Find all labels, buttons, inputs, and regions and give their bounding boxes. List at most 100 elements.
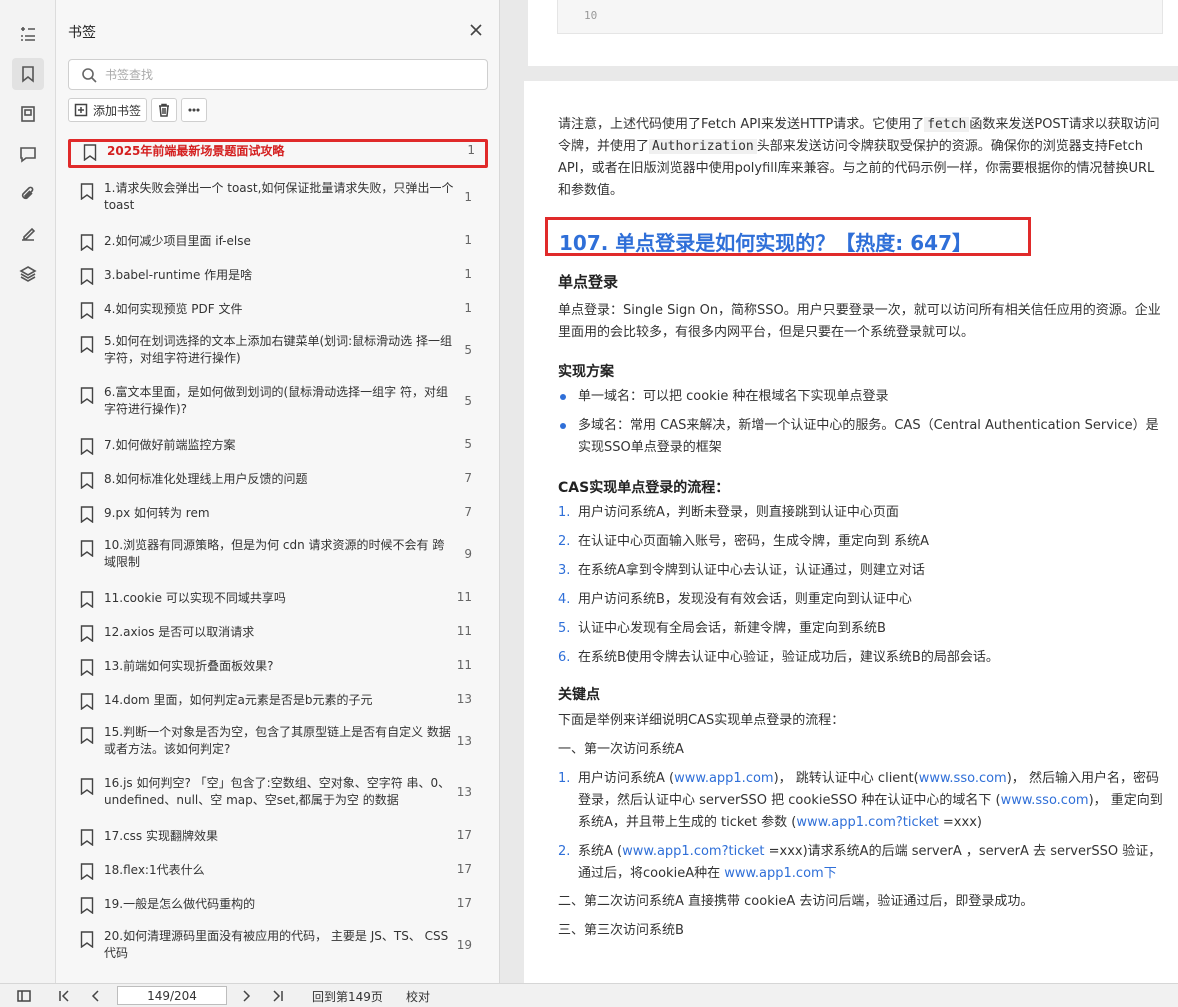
intro-paragraph: 请注意，上述代码使用了Fetch API来发送HTTP请求。它使用了 fetch 函… bbox=[558, 114, 1164, 202]
list-number: 1. bbox=[558, 771, 571, 786]
panel-title: 书签 bbox=[68, 25, 96, 41]
bookmark-page: 7 bbox=[464, 471, 472, 485]
attachment-icon[interactable] bbox=[12, 178, 44, 210]
bookmark-icon bbox=[80, 234, 94, 252]
bookmark-item[interactable]: 19.一般是怎么做代码重构的 17 bbox=[68, 892, 488, 918]
first-page-icon[interactable] bbox=[56, 988, 72, 1004]
bookmark-item[interactable]: 17.css 实现翻牌效果 17 bbox=[68, 824, 488, 850]
bookmark-icon bbox=[80, 727, 94, 745]
next-page-icon[interactable] bbox=[238, 988, 254, 1004]
bookmark-title: 3.babel-runtime 作用是啥 bbox=[104, 268, 253, 282]
bookmark-icon[interactable] bbox=[12, 58, 44, 90]
flow-item: 用户访问系统B，发现没有有效会话，则重定向到认证中心 bbox=[578, 592, 912, 607]
bookmark-icon bbox=[80, 693, 94, 711]
key-description: 下面是举例来详细说明CAS实现单点登录的流程： bbox=[558, 713, 845, 728]
signature-icon[interactable] bbox=[12, 218, 44, 250]
inline-code-authorization: Authorization bbox=[649, 139, 757, 154]
bookmark-item[interactable]: 10.浏览器有同源策略，但是为何 cdn 请求资源的时候不会有 跨域限制 9 bbox=[68, 535, 488, 575]
link-sso[interactable]: www.sso.com bbox=[1001, 793, 1089, 808]
detail-item-2: 系统A (www.app1.com?ticket =xxx)请求系统A的后端 s… bbox=[578, 841, 1164, 885]
more-button[interactable] bbox=[181, 98, 208, 122]
detail-text: 系统A ( bbox=[578, 844, 623, 859]
sidebar-toggle-icon[interactable] bbox=[16, 988, 32, 1004]
bookmark-title: 12.axios 是否可以取消请求 bbox=[104, 625, 255, 639]
page-number-input[interactable] bbox=[117, 986, 227, 1005]
add-bookmark-button[interactable]: 添加书签 bbox=[68, 98, 148, 122]
bookmark-search[interactable] bbox=[68, 59, 488, 90]
comment-icon[interactable] bbox=[12, 138, 44, 170]
detail-item-1: 用户访问系统A (www.app1.com)， 跳转认证中心 client(ww… bbox=[578, 768, 1164, 834]
search-input[interactable] bbox=[105, 67, 465, 82]
bookmark-item[interactable]: 6.富文本里面，是如何做到划词的(鼠标滑动选择一组字 符，对组字符进行操作)? 5 bbox=[68, 382, 488, 422]
bookmark-title: 20.如何清理源码里面没有被应用的代码， 主要是 JS、TS、 CSS 代码 bbox=[104, 929, 449, 960]
list-number: 5. bbox=[558, 621, 571, 636]
bookmark-item[interactable]: 9.px 如何转为 rem 7 bbox=[68, 501, 488, 527]
bookmark-item[interactable]: 12.axios 是否可以取消请求 11 bbox=[68, 620, 488, 646]
bookmark-title: 17.css 实现翻牌效果 bbox=[104, 829, 219, 843]
bookmark-item-selected[interactable]: 2025年前端最新场景题面试攻略 1 bbox=[68, 139, 488, 168]
previous-page: 10 bbox=[528, 0, 1178, 66]
bookmark-panel: 书签 添加书签 2025年前端最新场景题面试攻略1 1.请求失败会弹出一个 toa… bbox=[56, 0, 550, 983]
impl-item: 单一域名：可以把 cookie 种在根域名下实现单点登录 bbox=[578, 389, 889, 404]
outline-icon[interactable] bbox=[12, 18, 44, 50]
bookmark-item[interactable]: 14.dom 里面，如何判定a元素是否是b元素的子元 13 bbox=[68, 688, 488, 714]
bookmark-item[interactable]: 13.前端如何实现折叠面板效果? 11 bbox=[68, 654, 488, 680]
close-icon[interactable] bbox=[466, 20, 486, 40]
flow-item: 用户访问系统A，判断未登录，则直接跳到认证中心页面 bbox=[578, 505, 899, 520]
sso-description: 单点登录：Single Sign On，简称SSO。用户只要登录一次，就可以访问… bbox=[558, 303, 1161, 340]
delete-bookmark-button[interactable] bbox=[151, 98, 178, 122]
bookmark-page: 1 bbox=[464, 190, 472, 204]
bookmark-icon bbox=[80, 591, 94, 609]
bookmark-item[interactable]: 7.如何做好前端监控方案 5 bbox=[68, 433, 488, 459]
bookmark-icon bbox=[80, 302, 94, 320]
impl-title: 实现方案 bbox=[558, 364, 614, 380]
link-app1[interactable]: www.app1.com下 bbox=[724, 866, 836, 881]
flow-item: 在认证中心页面输入账号，密码，生成令牌，重定向到 系统A bbox=[578, 534, 930, 549]
status-bar: 回到第149页 校对 bbox=[0, 983, 1178, 1007]
bookmark-title: 11.cookie 可以实现不同域共享吗 bbox=[104, 591, 286, 605]
bookmark-item[interactable]: 11.cookie 可以实现不同域共享吗 11 bbox=[68, 586, 488, 612]
prev-page-icon[interactable] bbox=[88, 988, 104, 1004]
back-to-page-link[interactable]: 回到第149页 bbox=[312, 988, 383, 1005]
bookmark-item[interactable]: 16.js 如何判空? 「空」包含了:空数组、空对象、空字符 串、0、undef… bbox=[68, 773, 488, 813]
bookmark-icon bbox=[80, 863, 94, 881]
bookmark-icon bbox=[80, 778, 94, 796]
bookmark-title: 7.如何做好前端监控方案 bbox=[104, 438, 236, 452]
bullet-dot bbox=[560, 394, 566, 400]
bookmark-item[interactable]: 18.flex:1代表什么 17 bbox=[68, 858, 488, 884]
flow-item: 认证中心发现有全局会话，新建令牌，重定向到系统B bbox=[578, 621, 886, 636]
bullet-dot bbox=[560, 423, 566, 429]
bookmark-item[interactable]: 8.如何标准化处理线上用户反馈的问题 7 bbox=[68, 467, 488, 493]
add-bookmark-label: 添加书签 bbox=[93, 103, 142, 118]
bookmark-item[interactable]: 20.如何清理源码里面没有被应用的代码， 主要是 JS、TS、 CSS 代码 19 bbox=[68, 926, 488, 966]
bookmark-title: 1.请求失败会弹出一个 toast,如何保证批量请求失败，只弹出一个 toast bbox=[104, 181, 454, 212]
link-app1[interactable]: www.app1.com bbox=[674, 771, 773, 786]
list-number: 2. bbox=[558, 844, 571, 859]
bookmark-page: 5 bbox=[464, 343, 472, 357]
bookmark-item[interactable]: 5.如何在划词选择的文本上添加右键菜单(划词:鼠标滑动选 择一组字符，对组字符进… bbox=[68, 331, 488, 371]
bookmark-page: 13 bbox=[456, 734, 472, 748]
bookmark-title: 4.如何实现预览 PDF 文件 bbox=[104, 302, 243, 316]
flow-title: CAS实现单点登录的流程： bbox=[558, 480, 730, 496]
bookmark-page: 11 bbox=[456, 624, 472, 638]
bookmark-icon bbox=[80, 183, 94, 201]
thumbnail-icon[interactable] bbox=[12, 98, 44, 130]
bookmark-title: 2.如何减少项目里面 if-else bbox=[104, 234, 251, 248]
third-visit-text: 三、第三次访问系统B bbox=[558, 923, 684, 938]
bookmark-page: 11 bbox=[456, 658, 472, 672]
bookmark-page: 1 bbox=[464, 301, 472, 315]
bookmark-item[interactable]: 4.如何实现预览 PDF 文件 1 bbox=[68, 297, 488, 323]
link-app1-ticket[interactable]: www.app1.com?ticket bbox=[796, 815, 938, 830]
proofread-button[interactable]: 校对 bbox=[406, 988, 430, 1005]
trash-icon bbox=[159, 103, 170, 117]
layers-icon[interactable] bbox=[12, 258, 44, 290]
bookmark-title: 6.富文本里面，是如何做到划词的(鼠标滑动选择一组字 符，对组字符进行操作)? bbox=[104, 385, 448, 416]
bookmark-item[interactable]: 1.请求失败会弹出一个 toast,如何保证批量请求失败，只弹出一个 toast… bbox=[68, 178, 488, 218]
bookmark-item[interactable]: 2.如何减少项目里面 if-else 1 bbox=[68, 229, 488, 255]
last-page-icon[interactable] bbox=[270, 988, 286, 1004]
document-page: 请注意，上述代码使用了Fetch API来发送HTTP请求。它使用了 fetch 函… bbox=[524, 81, 1178, 983]
link-sso[interactable]: www.sso.com bbox=[919, 771, 1007, 786]
bookmark-item[interactable]: 3.babel-runtime 作用是啥 1 bbox=[68, 263, 488, 289]
bookmark-item[interactable]: 15.判断一个对象是否为空，包含了其原型链上是否有自定义 数据或者方法。该如何判… bbox=[68, 722, 488, 762]
link-app1-ticket[interactable]: www.app1.com?ticket bbox=[622, 844, 764, 859]
